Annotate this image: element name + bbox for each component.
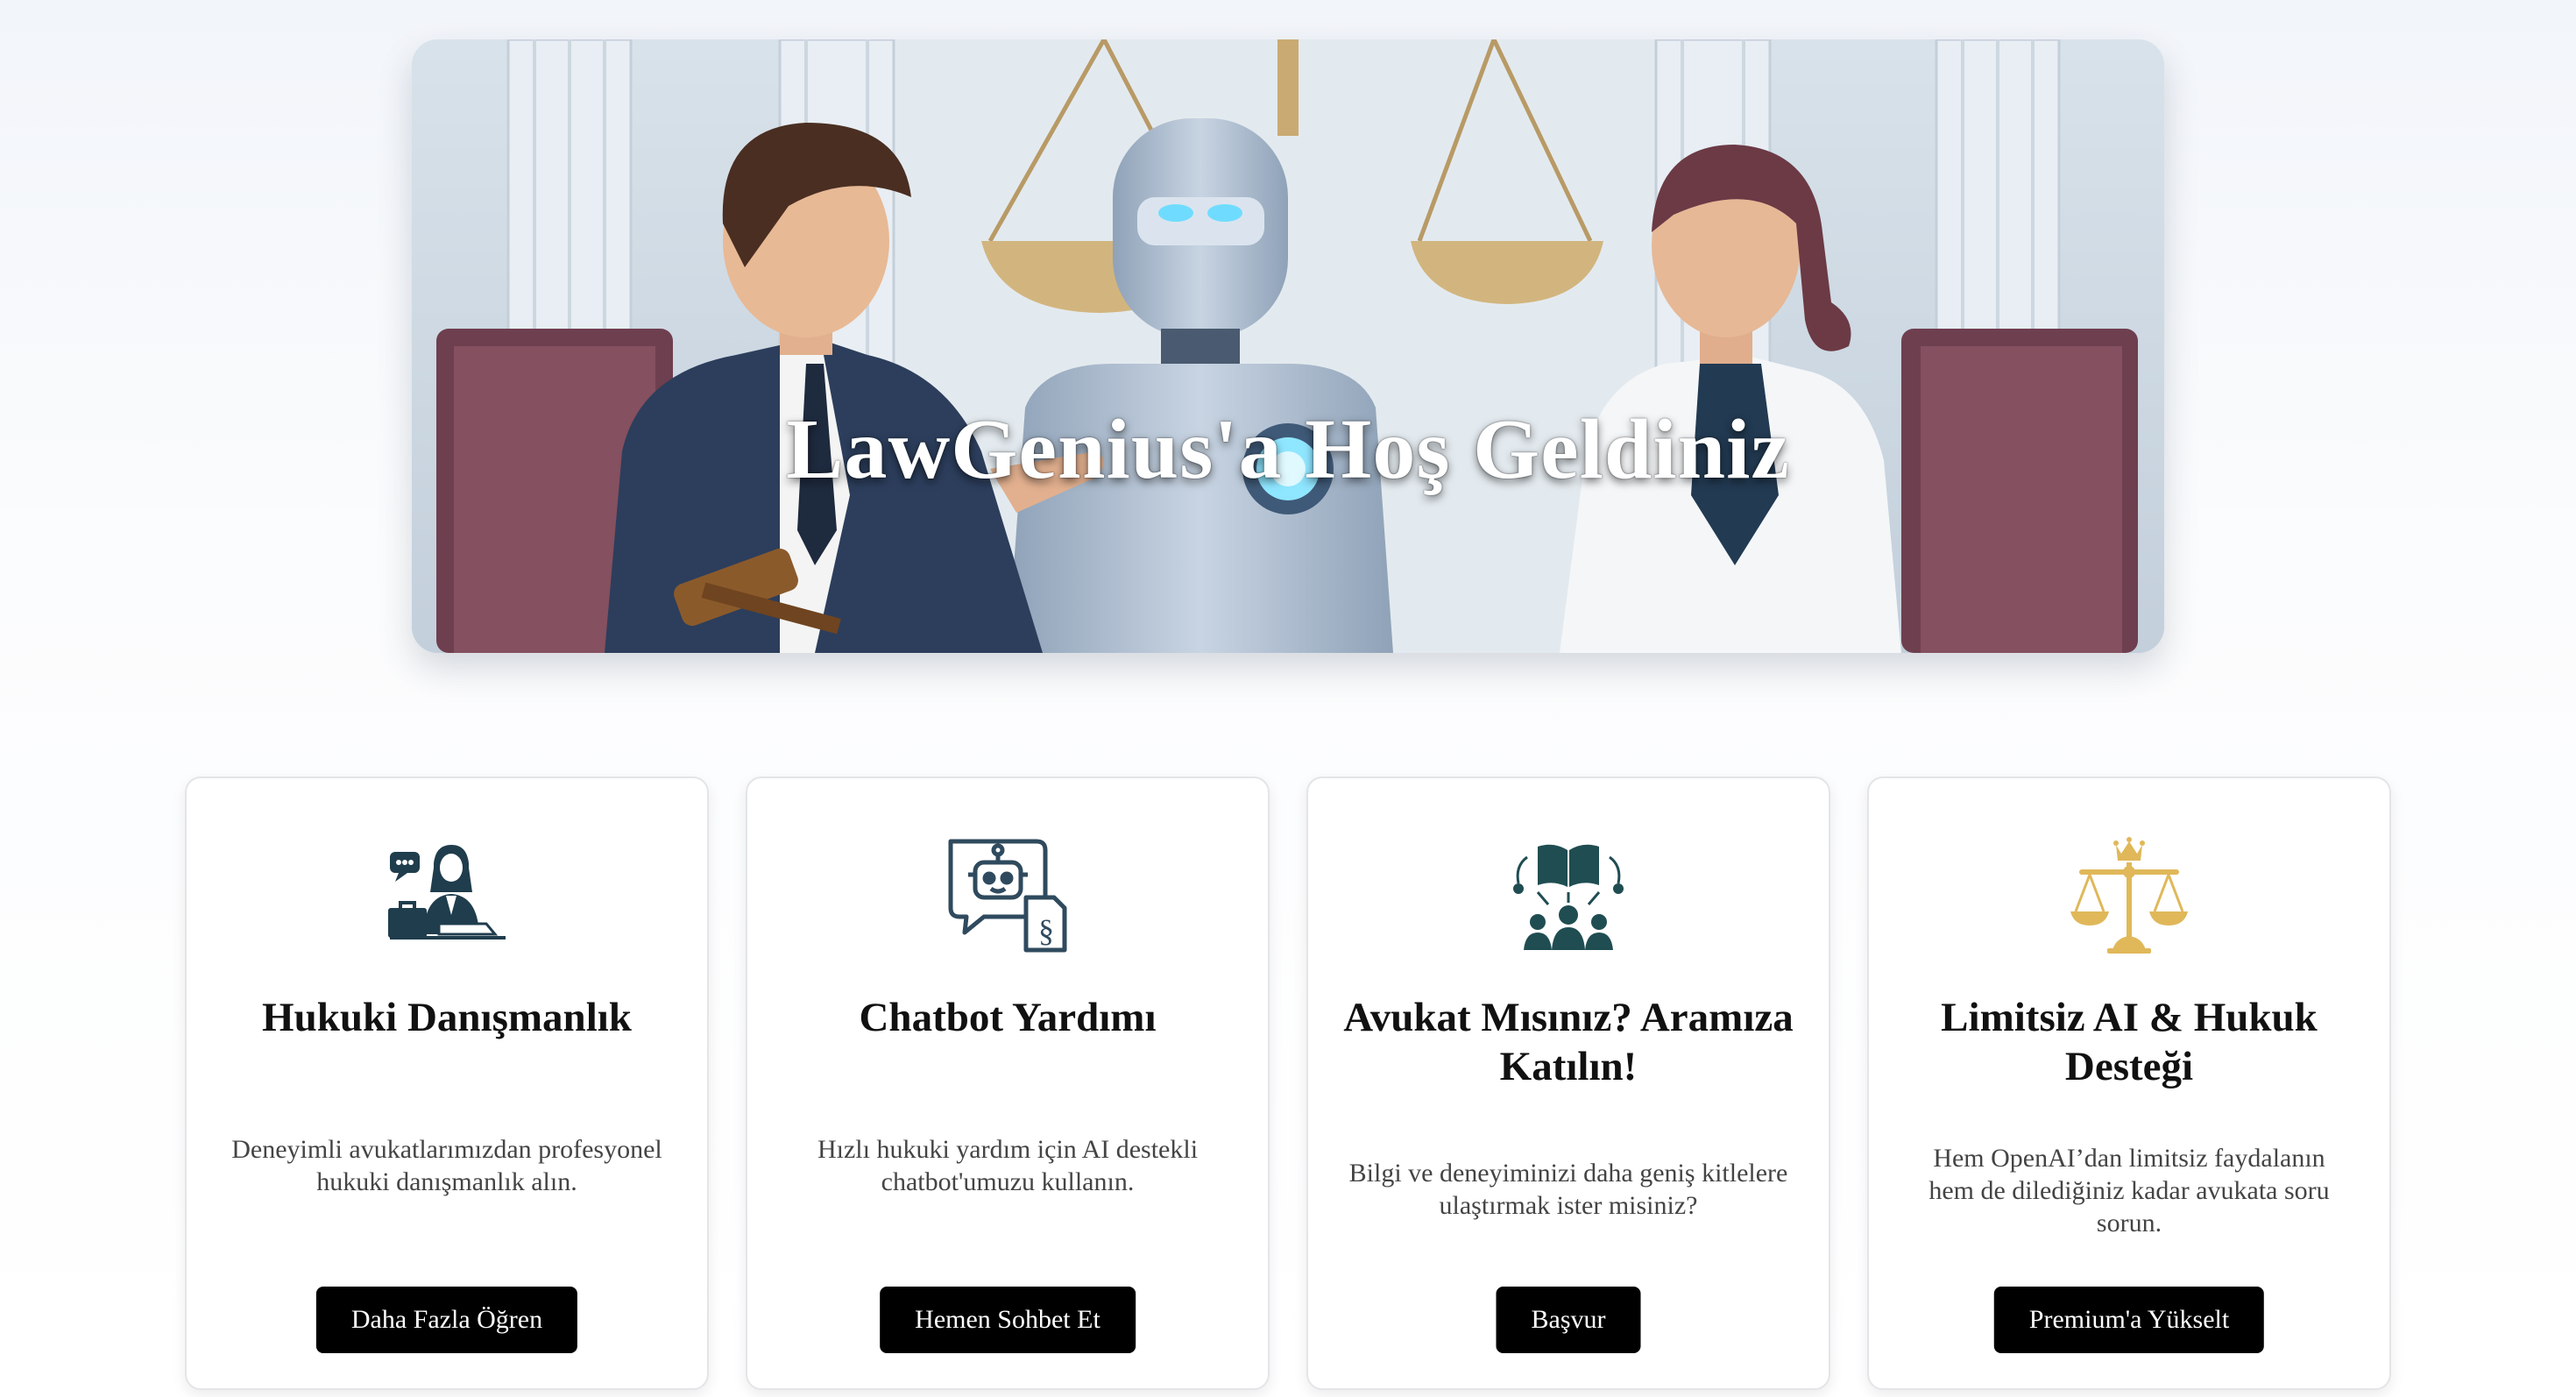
card-legal-consulting: Hukuki Danışmanlık Deneyimli avukatlarım… — [185, 777, 709, 1390]
card-title: Limitsiz AI & Hukuk Desteği — [1941, 995, 2318, 1089]
card-description: Deneyimli avukatlarımızdan profesyonel h… — [231, 1135, 662, 1196]
lawyer-consultation-icon — [381, 831, 513, 962]
chatbot-law-icon: § — [942, 831, 1073, 962]
card-description: Hem OpenAI’dan limitsiz faydalanın hem d… — [1928, 1144, 2330, 1237]
card-description: Bilgi ve deneyiminizi daha geniş kitlele… — [1348, 1159, 1788, 1220]
upgrade-premium-button[interactable]: Premium'a Yükselt — [1993, 1287, 2265, 1353]
lawyer-network-icon — [1503, 831, 1634, 962]
feature-cards: Hukuki Danışmanlık Deneyimli avukatlarım… — [185, 777, 2391, 1390]
hero-title: LawGenius'a Hoş Geldiniz — [786, 402, 1790, 497]
premium-scales-crown-icon — [2063, 831, 2195, 962]
start-chat-button[interactable]: Hemen Sohbet Et — [880, 1287, 1136, 1353]
card-title: Avukat Mısınız? Aramıza Katılın! — [1343, 995, 1794, 1089]
apply-button[interactable]: Başvur — [1496, 1287, 1641, 1353]
learn-more-button[interactable]: Daha Fazla Öğren — [315, 1287, 578, 1353]
card-title: Hukuki Danışmanlık — [262, 995, 632, 1040]
svg-text:§: § — [1038, 913, 1054, 948]
card-title: Chatbot Yardımı — [859, 995, 1157, 1040]
hero-banner: LawGenius'a Hoş Geldiniz — [412, 39, 2164, 653]
card-chatbot-help: § Chatbot Yardımı Hızlı hukuki yardım iç… — [746, 777, 1270, 1390]
card-description: Hızlı hukuki yardım için AI destekli cha… — [817, 1135, 1199, 1196]
card-premium-upgrade: Limitsiz AI & Hukuk Desteği Hem OpenAI’d… — [1867, 777, 2391, 1390]
hero-illustration — [412, 39, 2164, 653]
card-join-lawyers: Avukat Mısınız? Aramıza Katılın! Bilgi v… — [1306, 777, 1830, 1390]
